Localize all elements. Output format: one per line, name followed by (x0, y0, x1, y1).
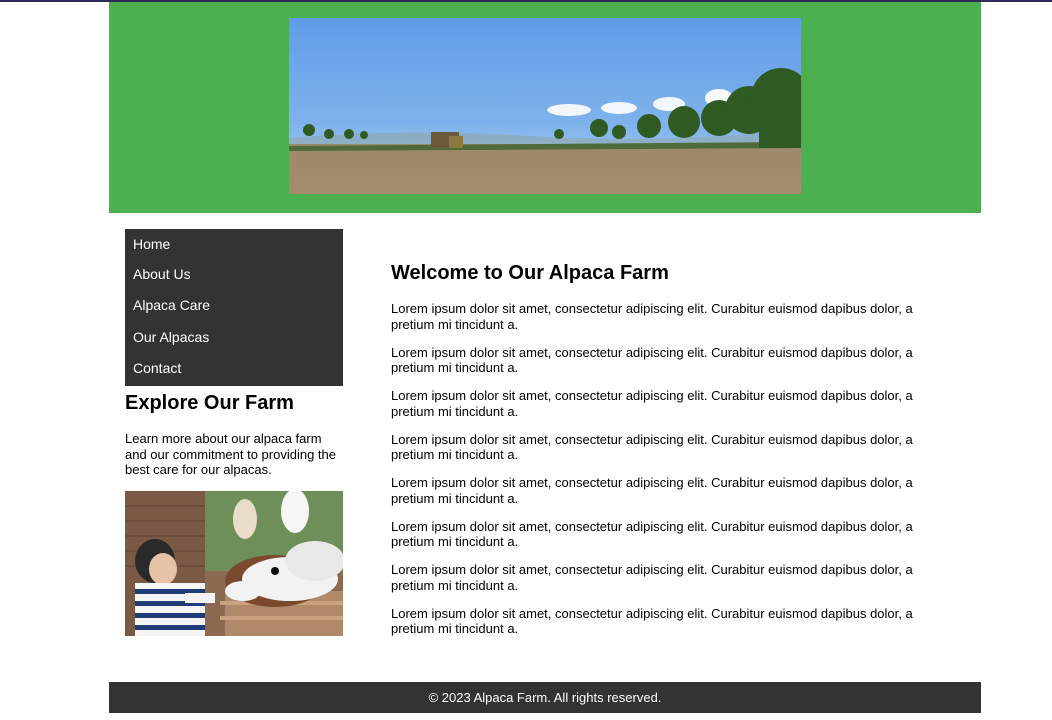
nav-item-home[interactable]: Home (125, 229, 343, 259)
nav-menu: Home About Us Alpaca Care Our Alpacas Co… (125, 229, 343, 386)
nav-item-contact[interactable]: Contact (125, 353, 343, 384)
content-paragraph: Lorem ipsum dolor sit amet, consectetur … (391, 388, 913, 419)
content-paragraph: Lorem ipsum dolor sit amet, consectetur … (391, 605, 913, 637)
content-paragraph: Lorem ipsum dolor sit amet, consectetur … (391, 344, 913, 376)
sidebar-image (125, 490, 343, 636)
content-paragraph: Lorem ipsum dolor sit amet, consectetur … (391, 431, 913, 463)
header-banner (109, 2, 981, 213)
paragraph-container: Lorem ipsum dolor sit amet, consectetur … (391, 301, 921, 332)
content-paragraph: Lorem ipsum dolor sit amet, consectetur … (391, 301, 913, 332)
content-paragraph: Lorem ipsum dolor sit amet, consectetur … (391, 518, 913, 550)
nav-item-about-us[interactable]: About Us (125, 259, 343, 290)
banner-image (289, 18, 801, 194)
content-paragraph: Lorem ipsum dolor sit amet, consectetur … (391, 562, 913, 593)
page-title: Welcome to Our Alpaca Farm (391, 262, 669, 284)
sidebar-text: Learn more about our alpaca farm and our… (125, 431, 336, 477)
nav-item-alpaca-care[interactable]: Alpaca Care (125, 290, 343, 321)
sidebar-heading: Explore Our Farm (125, 392, 294, 414)
footer: © 2023 Alpaca Farm. All rights reserved. (109, 682, 981, 713)
main-content: Welcome to Our Alpaca Farm Lorem ipsum d… (391, 260, 921, 636)
sidebar: Home About Us Alpaca Care Our Alpacas Co… (125, 229, 343, 636)
nav-item-our-alpacas[interactable]: Our Alpacas (125, 322, 343, 353)
content-paragraph: Lorem ipsum dolor sit amet, consectetur … (391, 475, 913, 506)
footer-copyright: © 2023 Alpaca Farm. All rights reserved. (428, 690, 662, 705)
